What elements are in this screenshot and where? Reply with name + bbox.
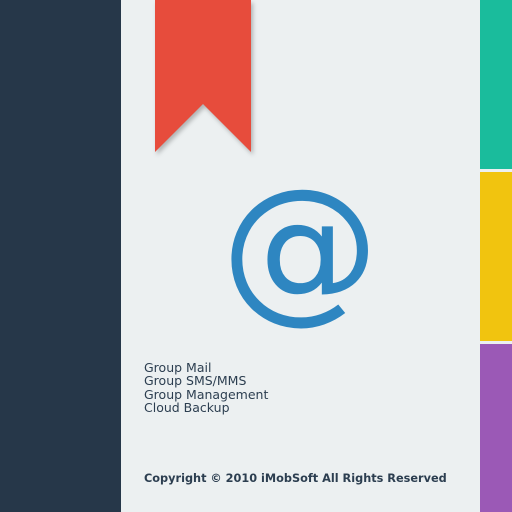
- feature-list: Group Mail Group SMS/MMS Group Managemen…: [144, 361, 268, 415]
- app-icon-canvas: @ Group Mail Group SMS/MMS Group Managem…: [0, 0, 512, 512]
- feature-item-group-management: Group Management: [144, 386, 269, 402]
- at-sign-icon: @: [221, 155, 379, 339]
- index-tab-yellow: [480, 172, 512, 341]
- bookmark-ribbon-shape: [155, 0, 251, 152]
- index-tab-teal: [480, 0, 512, 169]
- index-tab-purple: [480, 344, 512, 512]
- feature-item-group-sms-mms: Group SMS/MMS: [144, 373, 247, 389]
- bookmark-ribbon-icon: [155, 0, 251, 152]
- feature-item-cloud-backup: Cloud Backup: [144, 400, 230, 416]
- feature-item-group-mail: Group Mail: [144, 360, 212, 375]
- copyright-notice: Copyright © 2010 iMobSoft All Rights Res…: [144, 472, 447, 485]
- book-spine: [0, 0, 121, 512]
